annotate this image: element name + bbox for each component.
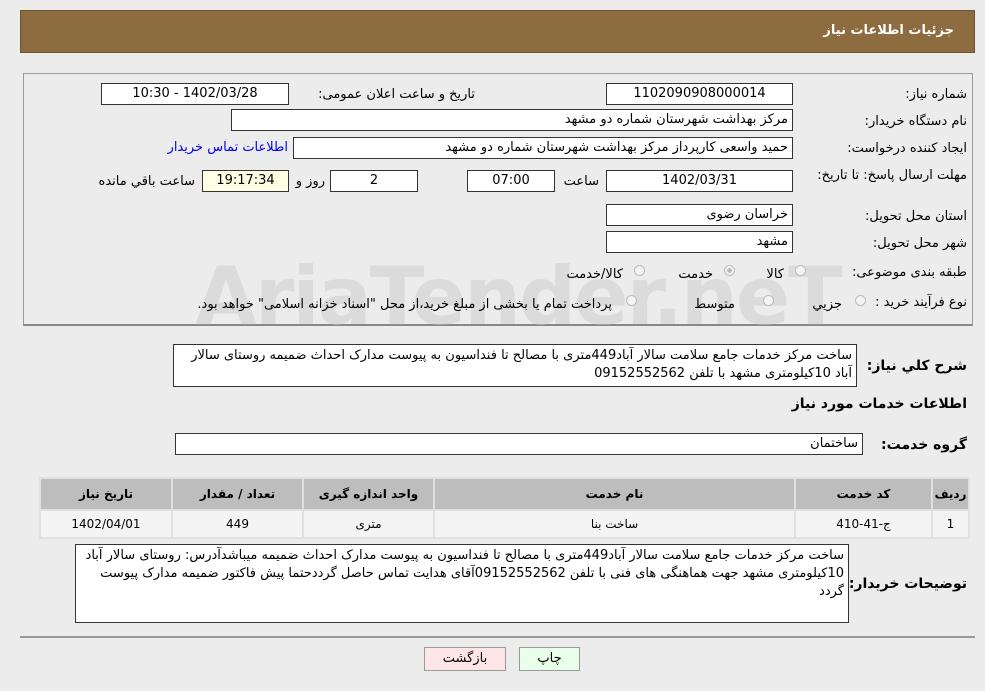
process-radio-treasury[interactable] [626,295,637,306]
buyer-notes-label: توضیحات خریدار: [848,576,967,592]
buyer-notes-field[interactable]: ساخت مرکز خدمات جامع سلامت سالار آباد449… [75,544,849,623]
category-label: طبقه بندی موضوعی: [851,265,967,280]
remaining-time-field: 19:17:34 [202,170,289,192]
time-label: ساعت [563,174,599,189]
creator-label: ایجاد کننده درخواست: [847,141,967,156]
process-label: نوع فرآیند خرید : [875,295,967,310]
buyer-field: مرکز بهداشت شهرستان شماره دو مشهد [231,109,793,131]
remaining-label: ساعت باقي مانده [98,174,195,189]
description-field[interactable]: ساخت مرکز خدمات جامع سلامت سالار آباد449… [173,344,857,387]
announce-label: تاریخ و ساعت اعلان عمومی: [318,87,475,102]
category-radio-goods-service[interactable] [634,265,645,276]
announce-field: 1402/03/28 - 10:30 [101,83,289,105]
cell-row: 1 [933,511,968,537]
city-field: مشهد [606,231,793,253]
table-row: 1 ج-41-410 ساخت بنا متری 449 1402/04/01 [41,511,968,537]
cell-name: ساخت بنا [435,511,794,537]
service-group-field: ساختمان [175,433,863,455]
cell-date: 1402/04/01 [41,511,171,537]
days-label: روز و [295,174,325,189]
category-radio-service[interactable] [724,265,735,276]
city-label: شهر محل تحویل: [872,236,967,251]
table-header-row: ردیف کد خدمت نام خدمت واحد اندازه گیری ت… [41,479,968,509]
col-row: ردیف [933,479,968,509]
col-date: تاریخ نیاز [41,479,171,509]
cell-code: ج-41-410 [796,511,931,537]
back-button[interactable]: بازگشت [424,647,506,671]
deadline-time-field: 07:00 [467,170,555,192]
page-header: جزئیات اطلاعات نیاز [20,10,975,53]
province-field: خراسان رضوی [606,204,793,226]
category-option-goods-service: کالا/خدمت [566,267,623,282]
description-label: شرح کلي نياز: [866,358,967,374]
print-button[interactable]: چاپ [519,647,580,671]
page-title: جزئیات اطلاعات نیاز [823,23,954,38]
process-option-medium: متوسط [694,297,735,312]
deadline-label: مهلت ارسال پاسخ: تا تاریخ: [817,168,967,183]
category-option-service: خدمت [678,267,713,282]
col-name: نام خدمت [435,479,794,509]
col-unit: واحد اندازه گیری [304,479,433,509]
buyer-label: نام دستگاه خریدار: [864,114,967,129]
province-label: استان محل تحویل: [865,209,967,224]
deadline-date-field: 1402/03/31 [606,170,793,192]
cell-qty: 449 [173,511,302,537]
need-number-field: 1102090908000014 [606,83,793,105]
category-option-goods: کالا [766,267,784,282]
process-radio-medium[interactable] [763,295,774,306]
services-title: اطلاعات خدمات مورد نیاز [791,396,967,412]
need-number-label: شماره نیاز: [905,87,967,102]
category-radio-goods[interactable] [795,265,806,276]
creator-field: حمید واسعی کارپرداز مرکز بهداشت شهرستان … [293,137,793,159]
process-note: پرداخت تمام یا بخشی از مبلغ خرید،از محل … [197,297,612,312]
cell-unit: متری [304,511,433,537]
col-code: کد خدمت [796,479,931,509]
section-divider [20,636,975,638]
process-option-small: جزیي [812,297,842,312]
col-qty: تعداد / مقدار [173,479,302,509]
service-group-label: گروه خدمت: [881,437,967,453]
process-radio-small[interactable] [855,295,866,306]
days-field: 2 [330,170,418,192]
services-table: ردیف کد خدمت نام خدمت واحد اندازه گیری ت… [39,477,970,539]
buyer-contact-link[interactable]: اطلاعات تماس خریدار [168,140,288,155]
